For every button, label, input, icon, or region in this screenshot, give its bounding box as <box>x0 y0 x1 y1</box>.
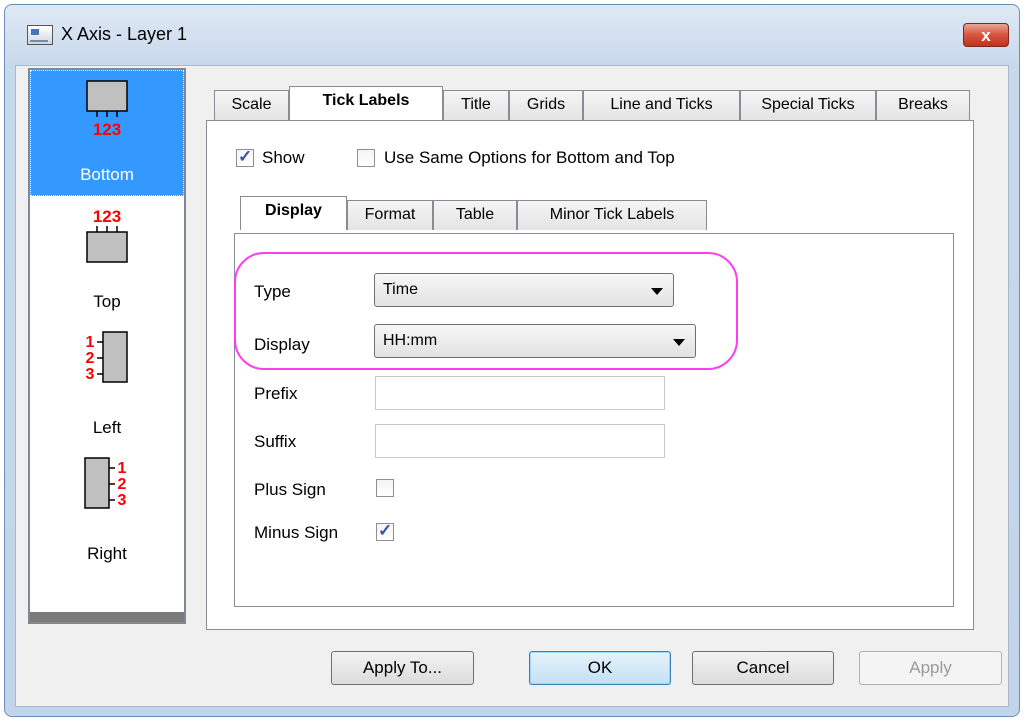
window-title: X Axis - Layer 1 <box>61 24 188 44</box>
tab-breaks[interactable]: Breaks <box>876 90 970 120</box>
prefix-label: Prefix <box>254 384 298 403</box>
subtab-display[interactable]: Display <box>240 196 347 230</box>
suffix-label: Suffix <box>254 432 297 451</box>
minus-sign-checkbox[interactable] <box>376 521 394 541</box>
prefix-input[interactable] <box>375 376 665 410</box>
show-label: Show <box>262 148 305 167</box>
axis-item-right[interactable]: 1 2 3 Right <box>30 448 184 574</box>
close-button[interactable]: x <box>963 23 1009 47</box>
axis-list: 123 Bottom 123 Top 1 2 3 Left 1 2 3 Righ… <box>28 68 186 624</box>
subtab-minor-tick-labels[interactable]: Minor Tick Labels <box>517 200 707 230</box>
title-bar[interactable]: X Axis - Layer 1 x <box>5 5 1019 65</box>
tick-number-3: 3 <box>86 366 95 383</box>
same-options-label: Use Same Options for Bottom and Top <box>384 148 675 167</box>
app-icon <box>27 25 53 45</box>
axis-item-left[interactable]: 1 2 3 Left <box>30 322 184 448</box>
tick-number-1: 1 <box>118 460 127 477</box>
axis-item-label: Left <box>92 418 122 437</box>
type-label: Type <box>254 282 291 301</box>
type-dropdown[interactable]: Time <box>374 273 674 307</box>
tick-numbers: 123 <box>93 120 121 139</box>
tick-number-2: 2 <box>86 350 95 367</box>
tab-line-and-ticks[interactable]: Line and Ticks <box>583 90 740 120</box>
tick-number-3: 3 <box>118 492 127 509</box>
cancel-button[interactable]: Cancel <box>692 651 834 685</box>
ok-button[interactable]: OK <box>529 651 671 685</box>
axis-bottom-icon: 123 <box>86 80 128 139</box>
list-scroll-strip <box>30 612 184 622</box>
subtab-table[interactable]: Table <box>433 200 517 230</box>
tab-title[interactable]: Title <box>443 90 509 120</box>
axis-right-icon: 1 2 3 <box>84 457 127 509</box>
same-options-checkbox[interactable] <box>357 149 375 167</box>
axis-item-label: Right <box>87 544 127 563</box>
plus-sign-checkbox[interactable] <box>376 479 394 497</box>
axis-item-top[interactable]: 123 Top <box>30 196 184 322</box>
axis-item-label: Top <box>93 292 121 311</box>
tick-numbers: 123 <box>93 207 121 226</box>
minus-sign-label: Minus Sign <box>254 523 339 542</box>
tab-scale[interactable]: Scale <box>214 90 289 120</box>
axis-item-bottom[interactable]: 123 Bottom <box>30 70 184 196</box>
chevron-down-icon <box>673 339 685 346</box>
tab-grids[interactable]: Grids <box>509 90 583 120</box>
tick-number-1: 1 <box>86 334 95 351</box>
display-dropdown[interactable]: HH:mm <box>374 324 696 358</box>
type-value: Time <box>383 281 418 298</box>
display-label: Display <box>254 335 310 354</box>
tab-tick-labels[interactable]: Tick Labels <box>289 86 443 120</box>
suffix-input[interactable] <box>375 424 665 458</box>
display-value: HH:mm <box>383 332 438 349</box>
chevron-down-icon <box>651 288 663 295</box>
apply-button[interactable]: Apply <box>859 651 1002 685</box>
tab-special-ticks[interactable]: Special Ticks <box>740 90 876 120</box>
axis-item-label: Bottom <box>80 165 134 184</box>
axis-left-icon: 1 2 3 <box>86 331 128 383</box>
axis-top-icon: 123 <box>86 207 128 263</box>
show-checkbox[interactable] <box>236 147 254 167</box>
apply-to-button[interactable]: Apply To... <box>331 651 474 685</box>
plus-sign-label: Plus Sign <box>254 480 326 499</box>
tick-number-2: 2 <box>118 476 127 493</box>
subtab-format[interactable]: Format <box>347 200 433 230</box>
